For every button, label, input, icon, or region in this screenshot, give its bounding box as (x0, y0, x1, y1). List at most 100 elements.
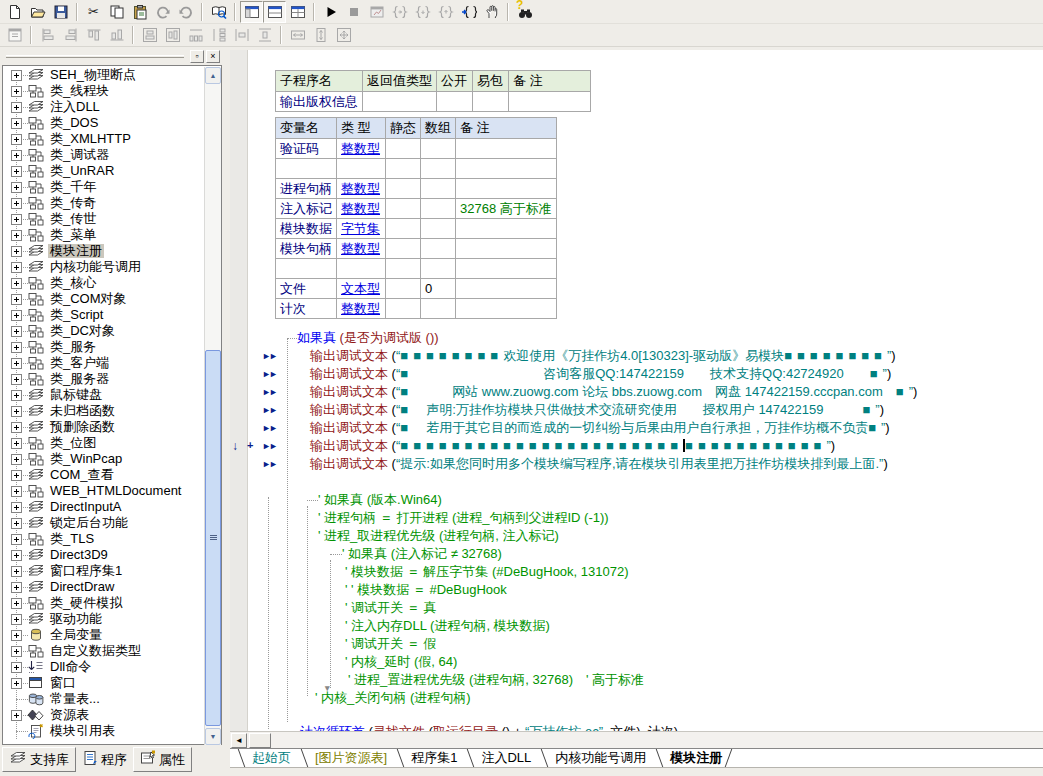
tree-item[interactable]: 类_服务器 (4, 371, 203, 387)
doc-tab[interactable]: 内核功能号调用 (541, 749, 656, 767)
tree-item[interactable]: 类_TLS (4, 531, 203, 547)
tree-item[interactable]: 类_位图 (4, 435, 203, 451)
expand-icon[interactable] (11, 118, 22, 129)
type-link[interactable]: 文本型 (341, 281, 380, 296)
cell[interactable]: 字节集 (337, 219, 386, 239)
cell[interactable]: 整数型 (337, 179, 386, 199)
code-line[interactable]: ' 调试开关 ＝ 假 (345, 635, 436, 653)
code-line[interactable]: 输出调试文本 (“■ 声明:万挂作坊模块只供做技术交流研究使用 授权用户 147… (310, 401, 884, 419)
dbgwin-button[interactable] (365, 1, 388, 23)
formwin-button[interactable] (3, 24, 26, 46)
brace1-button[interactable] (388, 1, 411, 23)
expand-icon[interactable] (11, 326, 22, 337)
tree-item[interactable]: 类_客户端 (4, 355, 203, 371)
code-line[interactable]: ' 进程_取进程优先级 (进程句柄, 注入标记) (318, 527, 559, 545)
copy-button[interactable] (105, 1, 128, 23)
tree-scrollbar[interactable]: ▲ ▼ (204, 67, 221, 745)
tree-item[interactable]: 窗口 (4, 675, 203, 691)
code-line[interactable]: 输出调试文本 (“■■■■■■■■■■■■■■■■■■■■■■■■■■■■■■■… (310, 437, 835, 455)
open-button[interactable] (26, 1, 49, 23)
cell[interactable]: 整数型 (337, 299, 386, 319)
tree-item[interactable]: 类_XMLHTTP (4, 131, 203, 147)
expand-icon[interactable] (11, 630, 22, 641)
expand-icon[interactable] (11, 678, 22, 689)
paste-button[interactable] (128, 1, 151, 23)
tree-item[interactable]: 预删除函数 (4, 419, 203, 435)
tree-item[interactable]: 窗口程序集1 (4, 563, 203, 579)
expand-icon[interactable] (11, 614, 22, 625)
code-line[interactable]: 输出调试文本 (“■■■■■■■■欢迎使用《万挂作坊4.0[130323]-驱动… (310, 347, 896, 365)
expand-icon[interactable] (11, 70, 22, 81)
tree-item[interactable]: 类_线程块 (4, 83, 203, 99)
panel-tab-支持库[interactable]: 支持库 (2, 747, 76, 772)
cell[interactable]: 整数型 (337, 199, 386, 219)
helpfind-button[interactable]: ? (513, 1, 536, 23)
panel-tab-程序[interactable]: 程序 (76, 747, 133, 772)
arrH-button[interactable] (184, 24, 207, 46)
expand-icon[interactable] (11, 518, 22, 529)
tree-item[interactable]: SEH_物理断点 (4, 67, 203, 83)
doc-tab[interactable]: 模块注册 (656, 749, 732, 767)
expand-icon[interactable] (11, 454, 22, 465)
code-line[interactable]: 输出调试文本 (“提示:如果您同时用多个模块编写程序,请在模块引用表里把万挂作坊… (310, 455, 888, 473)
expand-icon[interactable] (11, 470, 22, 481)
cut-button[interactable]: ✂ (82, 1, 105, 23)
expand-icon[interactable] (11, 438, 22, 449)
code-line[interactable]: ' 内核_延时 (假, 64) (345, 653, 457, 671)
tree-item[interactable]: WEB_HTMLDocument (4, 483, 203, 499)
run-button[interactable] (319, 1, 342, 23)
expand-icon[interactable] (11, 150, 22, 161)
expand-icon[interactable] (11, 646, 22, 657)
cell[interactable]: 整数型 (337, 139, 386, 159)
tree-item[interactable]: 类_WinPcap (4, 451, 203, 467)
expand-icon[interactable] (11, 230, 22, 241)
expand-icon[interactable] (11, 566, 22, 577)
scroll-left-button[interactable]: ◄ (231, 733, 247, 748)
type-link[interactable]: 整数型 (341, 241, 380, 256)
expand-icon[interactable] (11, 598, 22, 609)
save-button[interactable] (49, 1, 72, 23)
new-button[interactable] (3, 1, 26, 23)
scroll-up-button[interactable]: ▲ (205, 67, 221, 84)
tree-item[interactable]: 内核功能号调用 (4, 259, 203, 275)
tree-item[interactable]: 类_Script (4, 307, 203, 323)
tree-item[interactable]: 类_千年 (4, 179, 203, 195)
code-line[interactable]: ' ' 模块数据 ＝ #DeBugHook (345, 581, 507, 599)
expand-icon[interactable] (11, 262, 22, 273)
expand-icon[interactable] (11, 102, 22, 113)
panel-splitter[interactable] (222, 50, 230, 776)
expand-icon[interactable] (11, 358, 22, 369)
code-line[interactable]: ' 进程句柄 ＝ 打开进程 (进程_句柄到父进程ID (-1)) (318, 509, 609, 527)
tree-item[interactable]: 类_调试器 (4, 147, 203, 163)
tree-item[interactable]: Dll命令 (4, 659, 203, 675)
tree-item[interactable]: 驱动功能 (4, 611, 203, 627)
code-line[interactable]: ' 模块数据 ＝ 解压字节集 (#DeBugHook, 131072) (345, 563, 629, 581)
tree-item[interactable]: 鼠标键盘 (4, 387, 203, 403)
cell[interactable]: 文本型 (337, 279, 386, 299)
tree-item[interactable]: 模块引用表 (4, 723, 203, 739)
tree-item[interactable]: 类_传奇 (4, 195, 203, 211)
code-line[interactable]: 输出调试文本 (“■ 咨询客服QQ:147422159 技术支持QQ:42724… (310, 365, 891, 383)
layoutG-button[interactable] (286, 1, 309, 23)
tree-item[interactable]: DirectInputA (4, 499, 203, 515)
doc-tab[interactable]: 程序集1 (397, 749, 467, 767)
code-line[interactable]: ' 调试开关 ＝ 真 (345, 599, 436, 617)
tree-item[interactable]: 类_服务 (4, 339, 203, 355)
tree-item[interactable]: 模块注册 (4, 243, 203, 259)
bracecur-button[interactable] (457, 1, 480, 23)
expand-icon[interactable] (11, 534, 22, 545)
layoutL-button[interactable] (240, 1, 263, 23)
doc-tab[interactable]: 注入DLL (467, 749, 541, 767)
code-line[interactable]: 输出调试文本 (“■ 若用于其它目的而造成的一切纠纷与后果由用户自行承担，万挂作… (310, 419, 890, 437)
code-line[interactable]: ' 进程_置进程优先级 (进程句柄, 32768) ' 高于标准 (348, 671, 644, 689)
tree-item[interactable]: 注入DLL (4, 99, 203, 115)
alT-button[interactable] (82, 24, 105, 46)
panel-tab-属性[interactable]: 属性 (133, 747, 192, 772)
code-line[interactable]: ' 如果真 (版本.Win64) (318, 491, 442, 509)
tree-item[interactable]: 未归档函数 (4, 403, 203, 419)
expand-icon[interactable] (11, 342, 22, 353)
expand-icon[interactable] (11, 374, 22, 385)
expand-icon[interactable] (11, 246, 22, 257)
tree-item[interactable]: 资源表 (4, 707, 203, 723)
expand-icon[interactable] (11, 662, 22, 673)
